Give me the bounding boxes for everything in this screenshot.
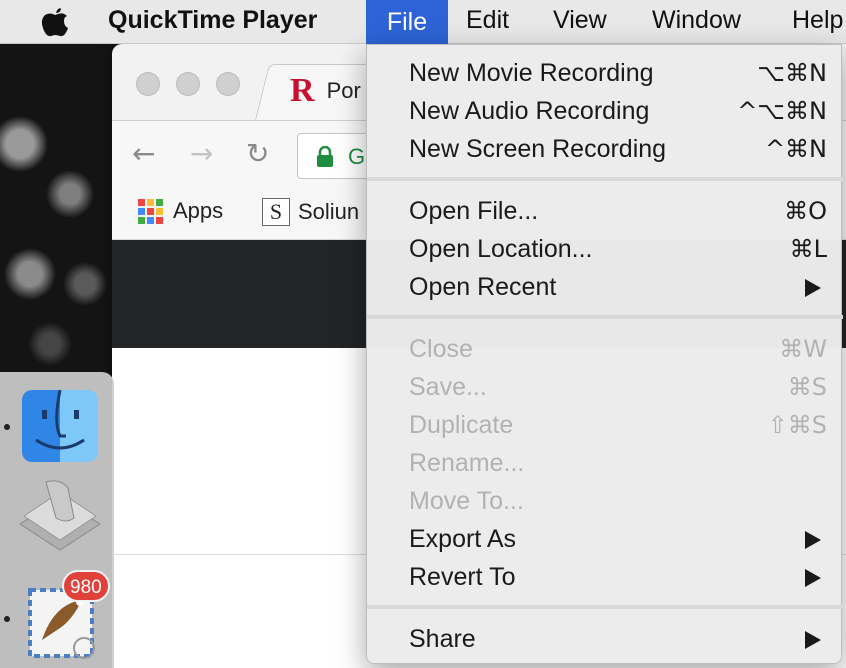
menu-item-open-location[interactable]: Open Location... ⌘L — [367, 229, 843, 267]
menu-item-open-file[interactable]: Open File... ⌘O — [367, 191, 843, 229]
bookmark-solium[interactable]: S Soliun — [262, 198, 359, 226]
menu-edit[interactable]: Edit — [466, 6, 509, 35]
tab-title: Por — [326, 78, 361, 103]
menu-item-export-as[interactable]: Export As — [367, 519, 843, 557]
minimize-window-button[interactable] — [176, 72, 200, 96]
submenu-arrow-icon — [805, 279, 821, 297]
submenu-arrow-icon — [805, 569, 821, 587]
lock-icon — [317, 146, 333, 167]
menu-item-open-recent[interactable]: Open Recent — [367, 267, 843, 305]
apple-icon[interactable] — [40, 6, 70, 38]
script-editor-icon[interactable] — [16, 478, 104, 560]
site-logo-icon: R — [290, 72, 315, 109]
menu-item-save: Save... ⌘S — [409, 373, 827, 401]
running-indicator — [4, 616, 10, 622]
bookmark-apps-label: Apps — [173, 198, 224, 223]
bookmark-solium-label: Soliun — [298, 199, 360, 224]
menu-item-move-to: Move To... — [409, 487, 524, 515]
menu-view[interactable]: View — [553, 6, 607, 35]
reload-icon[interactable]: ↻ — [246, 137, 269, 170]
running-indicator — [4, 424, 10, 430]
file-menu-dropdown: New Movie Recording ⌥⌘N New Audio Record… — [366, 44, 843, 664]
menu-item-close: Close ⌘W — [409, 335, 827, 363]
close-window-button[interactable] — [136, 72, 160, 96]
menu-separator — [367, 315, 843, 319]
mail-unread-badge: 980 — [62, 570, 110, 602]
apps-grid-icon — [138, 198, 163, 224]
zoom-window-button[interactable] — [216, 72, 240, 96]
menu-separator — [367, 177, 843, 181]
menu-item-duplicate: Duplicate ⇧⌘S — [409, 411, 827, 439]
menu-item-revert-to[interactable]: Revert To — [367, 557, 843, 595]
menu-item-rename: Rename... — [409, 449, 525, 477]
app-menu[interactable]: QuickTime Player — [108, 6, 317, 35]
dock: 980 — [0, 372, 114, 668]
menu-item-new-audio-recording[interactable]: New Audio Recording ^⌥⌘N — [367, 91, 843, 129]
forward-arrow-icon[interactable]: → — [190, 137, 213, 170]
menu-window[interactable]: Window — [652, 6, 741, 35]
menu-bar: QuickTime Player File Edit View Window H… — [0, 0, 846, 44]
bookmark-apps[interactable]: Apps — [138, 198, 223, 224]
menu-item-new-movie-recording[interactable]: New Movie Recording ⌥⌘N — [367, 53, 843, 91]
solium-favicon-icon: S — [262, 198, 290, 226]
menu-file[interactable]: File — [366, 0, 448, 44]
submenu-arrow-icon — [805, 631, 821, 649]
tab-content: R Por — [290, 72, 361, 110]
url-text: G — [348, 144, 366, 169]
menu-separator — [367, 605, 843, 609]
back-arrow-icon[interactable]: ← — [132, 137, 155, 170]
menu-help[interactable]: Help — [792, 6, 843, 35]
finder-icon[interactable] — [22, 390, 98, 462]
menu-item-new-screen-recording[interactable]: New Screen Recording ^⌘N — [367, 129, 843, 167]
submenu-arrow-icon — [805, 531, 821, 549]
menu-item-share[interactable]: Share — [367, 619, 843, 657]
